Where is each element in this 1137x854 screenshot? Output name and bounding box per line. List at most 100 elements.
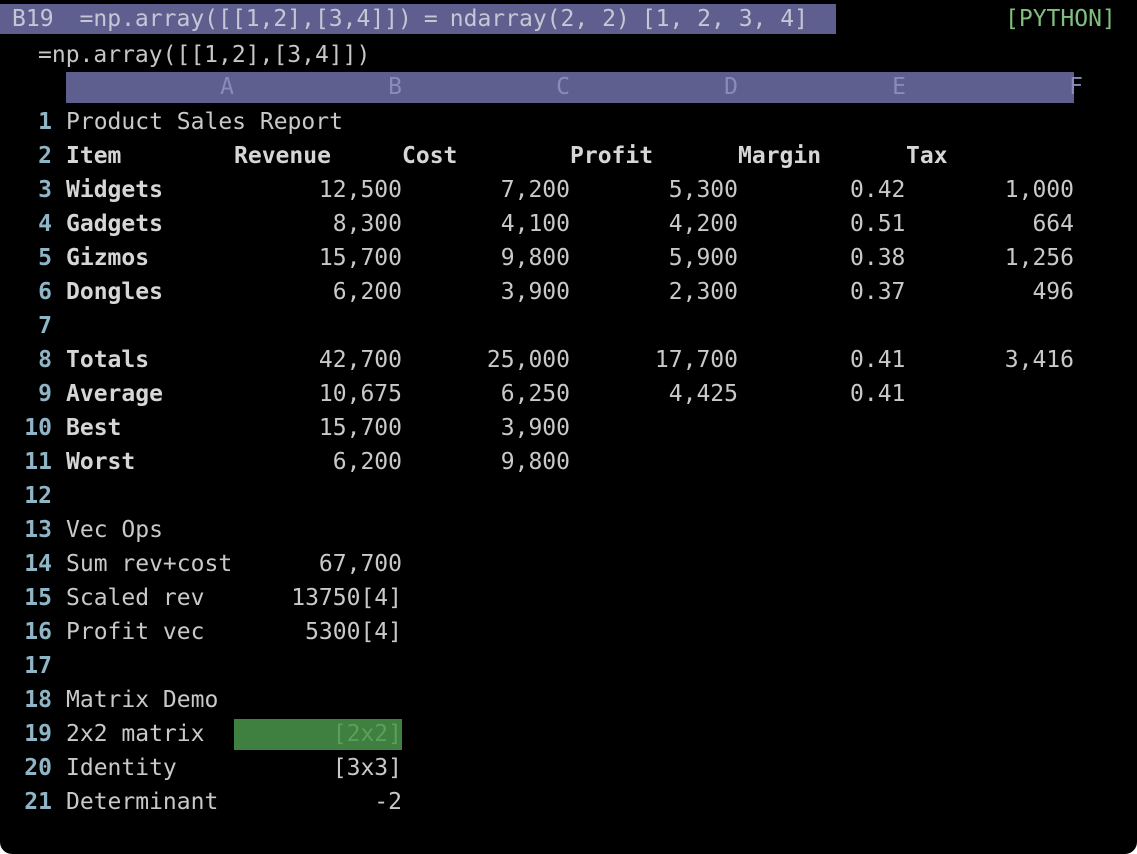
row-number[interactable]: 17 <box>0 649 52 683</box>
cell-f17[interactable] <box>906 649 1074 683</box>
cell-e21[interactable] <box>850 785 906 819</box>
cell-d9[interactable]: 4,425 <box>570 377 738 411</box>
cell-e1[interactable] <box>850 105 906 139</box>
row-number[interactable]: 5 <box>0 241 52 275</box>
column-header-c[interactable]: C <box>543 72 583 103</box>
row-number[interactable]: 12 <box>0 479 52 513</box>
cell-f2[interactable]: Tax <box>906 139 1074 173</box>
row-number[interactable]: 3 <box>0 173 52 207</box>
cell-d21[interactable] <box>570 785 738 819</box>
column-header-a[interactable]: A <box>207 72 247 103</box>
row-number[interactable]: 21 <box>0 785 52 819</box>
cell-f19[interactable] <box>906 717 1074 751</box>
cell-e5[interactable]: 0.38 <box>850 241 906 275</box>
row-number[interactable]: 13 <box>0 513 52 547</box>
cell-d7[interactable] <box>570 309 738 343</box>
cell-b20[interactable]: [3x3] <box>234 751 402 785</box>
cell-a15[interactable]: Scaled rev <box>66 581 234 615</box>
cell-b16[interactable]: 5300[4] <box>234 615 402 649</box>
cell-e4[interactable]: 0.51 <box>850 207 906 241</box>
cell-a8[interactable]: Totals <box>66 343 234 377</box>
cell-b14[interactable]: 67,700 <box>234 547 402 581</box>
cell-c16[interactable] <box>402 615 570 649</box>
cell-b17[interactable] <box>234 649 402 683</box>
cell-b3[interactable]: 12,500 <box>234 173 402 207</box>
cell-c6[interactable]: 3,900 <box>402 275 570 309</box>
cell-f6[interactable]: 496 <box>906 275 1074 309</box>
cell-e11[interactable] <box>850 445 906 479</box>
cell-a5[interactable]: Gizmos <box>66 241 234 275</box>
cell-c1[interactable] <box>402 105 570 139</box>
cell-f5[interactable]: 1,256 <box>906 241 1074 275</box>
row-number[interactable]: 11 <box>0 445 52 479</box>
cell-b5[interactable]: 15,700 <box>234 241 402 275</box>
cell-d17[interactable] <box>570 649 738 683</box>
cell-a10[interactable]: Best <box>66 411 234 445</box>
cell-e15[interactable] <box>850 581 906 615</box>
cell-e2[interactable]: Margin <box>738 139 906 173</box>
cell-f16[interactable] <box>906 615 1074 649</box>
cell-e6[interactable]: 0.37 <box>850 275 906 309</box>
cell-c13[interactable] <box>402 513 570 547</box>
cell-a11[interactable]: Worst <box>66 445 234 479</box>
cell-a4[interactable]: Gadgets <box>66 207 234 241</box>
cell-e12[interactable] <box>850 479 906 513</box>
cell-f1[interactable] <box>906 105 1074 139</box>
cell-b18[interactable] <box>234 683 402 717</box>
cell-e16[interactable] <box>850 615 906 649</box>
cell-a17[interactable] <box>66 649 234 683</box>
row-number[interactable]: 6 <box>0 275 52 309</box>
cell-d12[interactable] <box>570 479 738 513</box>
row-number[interactable]: 8 <box>0 343 52 377</box>
column-header-f[interactable]: F <box>1056 72 1096 103</box>
cell-d5[interactable]: 5,900 <box>570 241 738 275</box>
cell-d4[interactable]: 4,200 <box>570 207 738 241</box>
cell-a1[interactable]: Product Sales Report <box>66 105 343 139</box>
cell-e17[interactable] <box>850 649 906 683</box>
cell-f4[interactable]: 664 <box>906 207 1074 241</box>
cell-c11[interactable]: 9,800 <box>402 445 570 479</box>
row-number[interactable]: 16 <box>0 615 52 649</box>
cell-a9[interactable]: Average <box>66 377 234 411</box>
selected-cell-b19[interactable]: [2x2] <box>234 719 402 750</box>
cell-a14[interactable]: Sum rev+cost <box>66 547 234 581</box>
cell-d6[interactable]: 2,300 <box>570 275 738 309</box>
cell-d2[interactable]: Profit <box>570 139 738 173</box>
cell-f7[interactable] <box>906 309 1074 343</box>
cell-d16[interactable] <box>570 615 738 649</box>
cell-f9[interactable] <box>906 377 1074 411</box>
row-number[interactable]: 1 <box>0 105 52 139</box>
cell-c15[interactable] <box>402 581 570 615</box>
cell-a13[interactable]: Vec Ops <box>66 513 234 547</box>
cell-c10[interactable]: 3,900 <box>402 411 570 445</box>
cell-b13[interactable] <box>234 513 402 547</box>
cell-a19[interactable]: 2x2 matrix <box>66 717 234 751</box>
row-number[interactable]: 10 <box>0 411 52 445</box>
row-number[interactable]: 14 <box>0 547 52 581</box>
cell-b2[interactable]: Revenue <box>234 139 402 173</box>
formula-bar[interactable]: =np.array([[1,2],[3,4]]) <box>38 38 370 72</box>
cell-f8[interactable]: 3,416 <box>906 343 1074 377</box>
cell-e7[interactable] <box>850 309 906 343</box>
cell-c19[interactable] <box>402 717 570 751</box>
cell-e14[interactable] <box>850 547 906 581</box>
cell-b4[interactable]: 8,300 <box>234 207 402 241</box>
cell-d11[interactable] <box>570 445 738 479</box>
cell-f13[interactable] <box>906 513 1074 547</box>
cell-d13[interactable] <box>570 513 738 547</box>
cell-c12[interactable] <box>402 479 570 513</box>
cell-e8[interactable]: 0.41 <box>850 343 906 377</box>
cell-d20[interactable] <box>570 751 738 785</box>
cell-f12[interactable] <box>906 479 1074 513</box>
cell-e19[interactable] <box>850 717 906 751</box>
cell-a2[interactable]: Item <box>66 139 234 173</box>
cell-e3[interactable]: 0.42 <box>850 173 906 207</box>
column-header-e[interactable]: E <box>879 72 919 103</box>
cell-b11[interactable]: 6,200 <box>234 445 402 479</box>
cell-b6[interactable]: 6,200 <box>234 275 402 309</box>
cell-b8[interactable]: 42,700 <box>234 343 402 377</box>
cell-a12[interactable] <box>66 479 234 513</box>
row-number[interactable]: 20 <box>0 751 52 785</box>
column-header-b[interactable]: B <box>375 72 415 103</box>
cell-d15[interactable] <box>570 581 738 615</box>
